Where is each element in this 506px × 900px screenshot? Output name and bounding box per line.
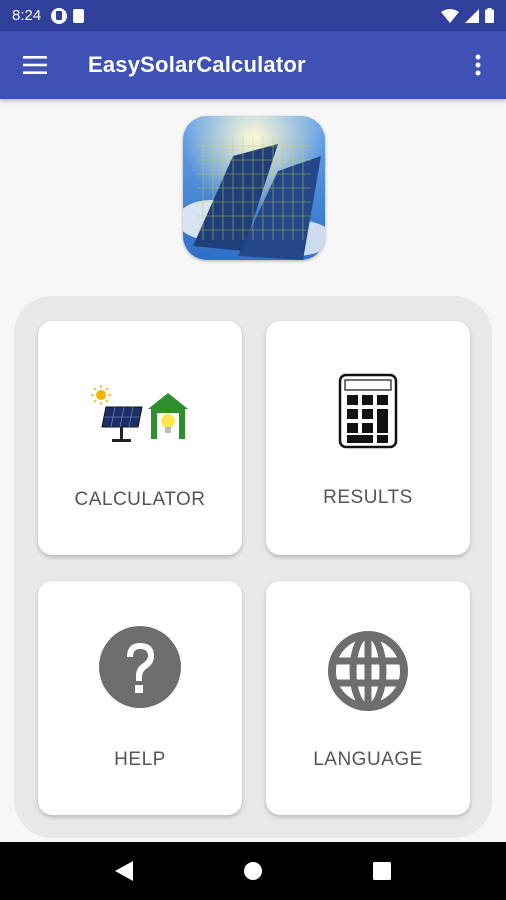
results-label: RESULTS — [323, 487, 413, 508]
help-label: HELP — [114, 749, 166, 770]
wifi-icon — [441, 8, 459, 23]
calculator-label: CALCULATOR — [74, 489, 206, 510]
solar-house-icon — [91, 385, 188, 442]
notification-icons — [51, 7, 85, 24]
sd-card-icon — [73, 8, 85, 23]
menu-button[interactable] — [0, 31, 70, 99]
app-logo — [183, 116, 325, 260]
signal-icon — [465, 8, 479, 23]
home-button[interactable] — [233, 851, 273, 891]
recents-button[interactable] — [362, 851, 402, 891]
back-triangle-icon — [115, 861, 134, 881]
results-card[interactable]: RESULTS — [266, 321, 470, 555]
hamburger-icon — [23, 56, 47, 74]
language-card[interactable]: LANGUAGE — [266, 581, 470, 815]
help-icon — [99, 626, 181, 708]
battery-icon — [485, 8, 494, 23]
app-title: EasySolarCalculator — [88, 52, 306, 77]
app-notification-icon — [51, 7, 68, 24]
status-bar: 8:24 — [0, 0, 506, 31]
navigation-bar — [0, 842, 506, 900]
back-button[interactable] — [104, 851, 144, 891]
calculator-card[interactable]: CALCULATOR — [38, 321, 242, 555]
globe-icon — [328, 631, 408, 711]
home-circle-icon — [243, 862, 262, 880]
status-time: 8:24 — [12, 7, 42, 24]
recents-square-icon — [372, 862, 391, 880]
calculator-icon — [338, 373, 398, 449]
more-vert-icon — [475, 54, 481, 76]
status-right — [441, 8, 494, 23]
language-label: LANGUAGE — [313, 749, 423, 770]
app-bar: EasySolarCalculator — [0, 31, 506, 99]
help-card[interactable]: HELP — [38, 581, 242, 815]
menu-panel: CALCULATOR RESULTS HELP LANGUAGE — [14, 296, 492, 838]
overflow-menu-button[interactable] — [450, 31, 506, 99]
